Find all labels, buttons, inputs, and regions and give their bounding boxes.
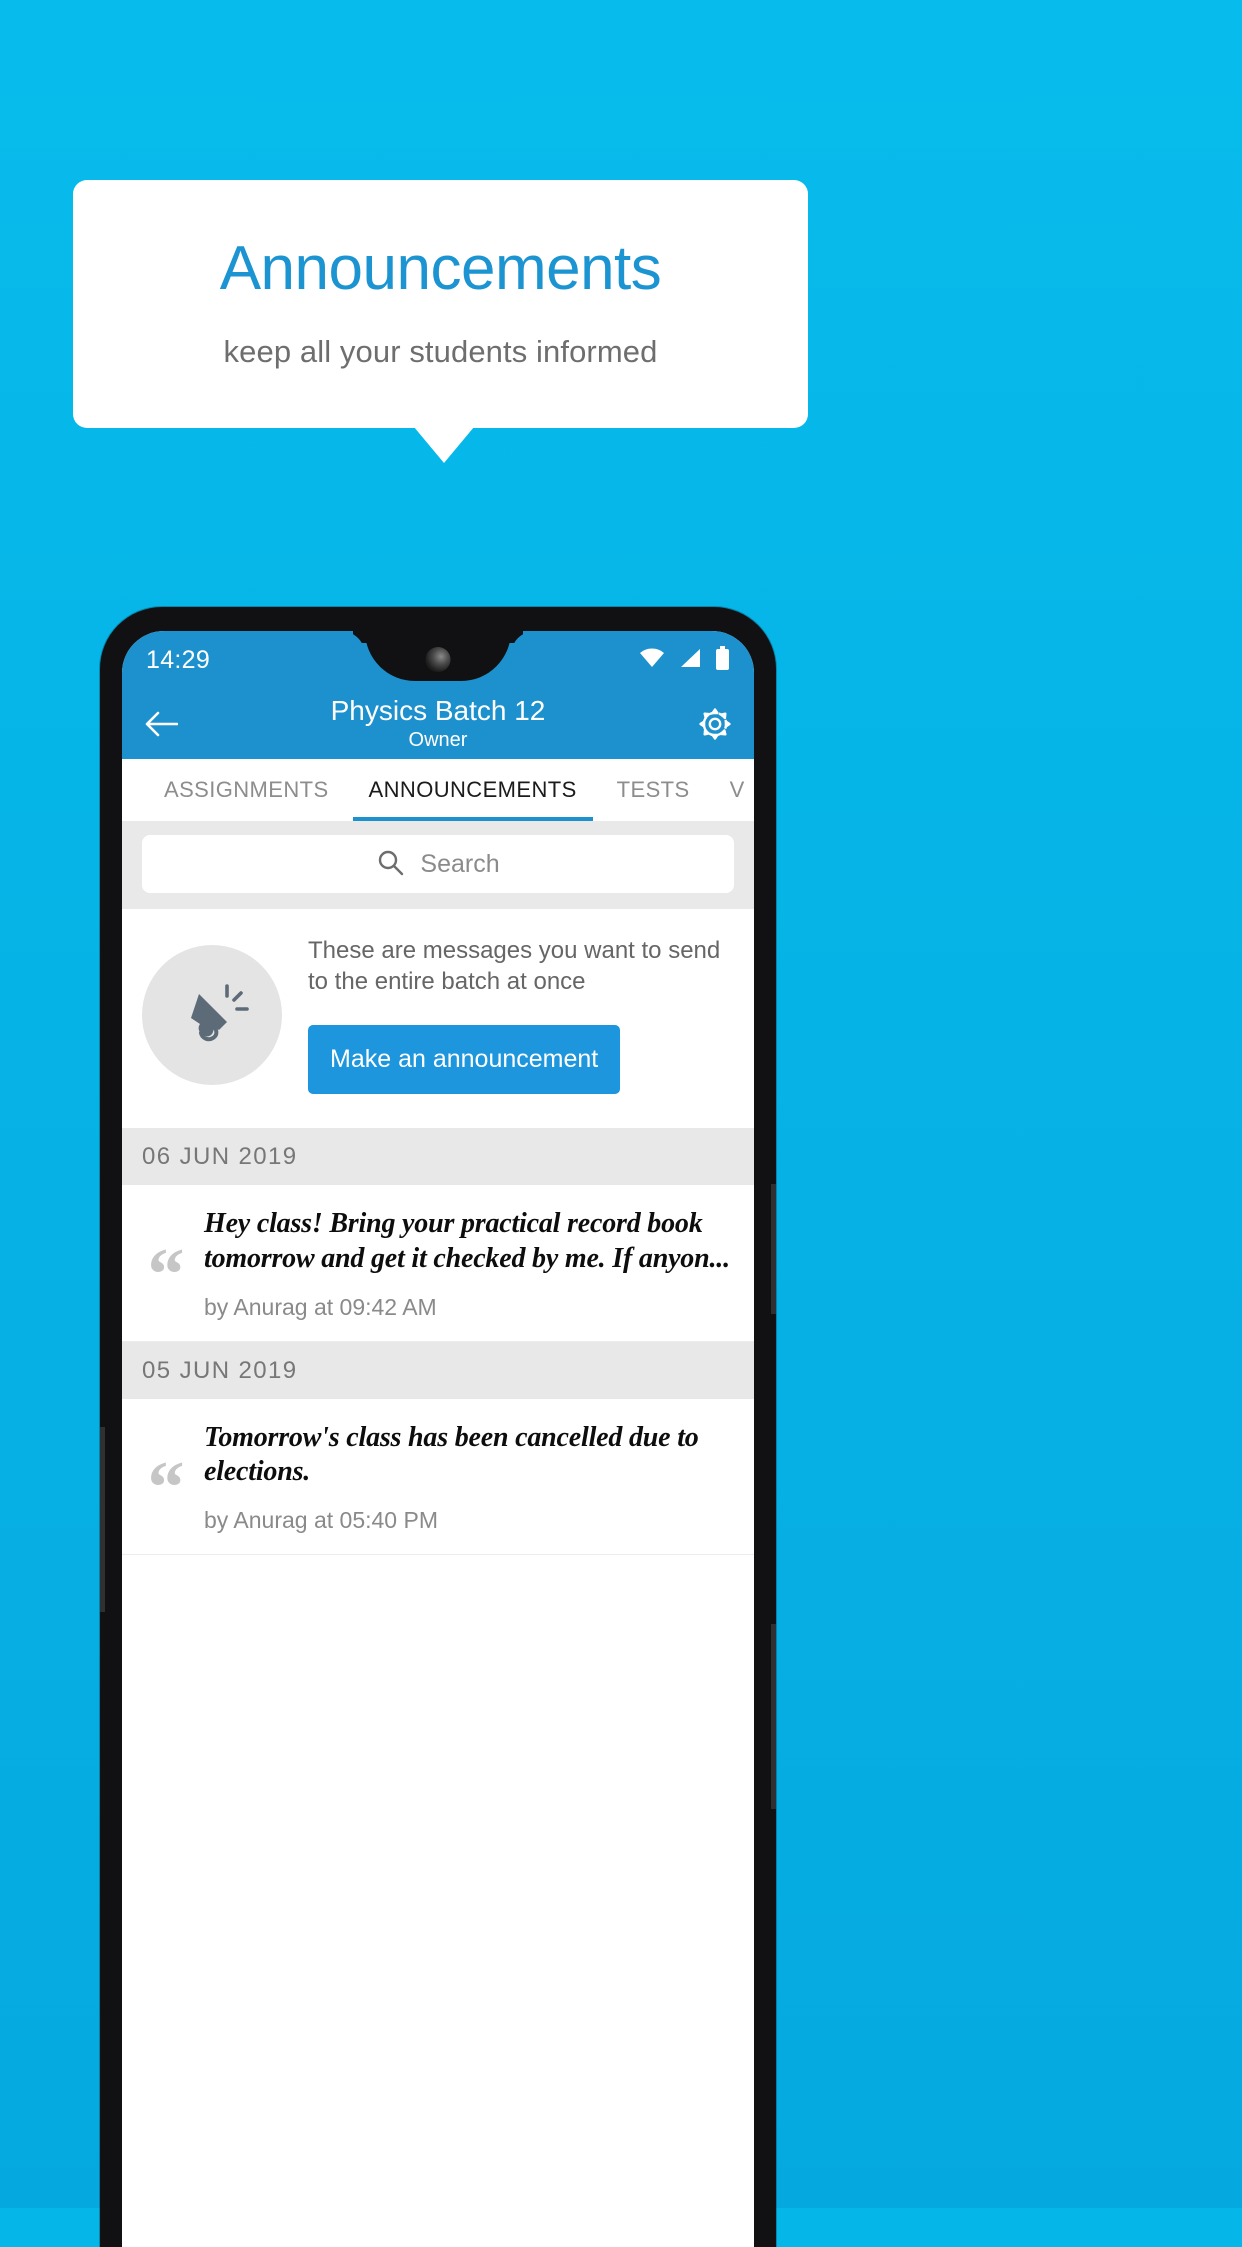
phone-volume-button[interactable]: [771, 1184, 776, 1314]
announcement-text: Tomorrow's class has been cancelled due …: [204, 1421, 699, 1487]
signal-icon: [679, 648, 701, 673]
phone-power-button[interactable]: [771, 1624, 776, 1809]
phone-side-button-left[interactable]: [100, 1427, 105, 1612]
announcement-cta-content: These are messages you want to send to t…: [308, 935, 734, 1095]
announcement-text: Hey class! Bring your practical record b…: [204, 1208, 730, 1274]
promo-card-tail: [414, 427, 474, 463]
announcement-item[interactable]: “ Tomorrow's class has been cancelled du…: [122, 1398, 754, 1555]
search-input[interactable]: Search: [142, 835, 734, 893]
date-header: 06 JUN 2019: [122, 1128, 754, 1186]
quote-icon: “: [147, 1234, 185, 1317]
search-placeholder: Search: [420, 849, 500, 878]
back-arrow-icon[interactable]: [142, 705, 180, 743]
phone-screen: 14:29 Physics Batch 12 Owner ASSIGNMENTS…: [122, 631, 754, 2247]
announcement-cta-card: These are messages you want to send to t…: [122, 909, 754, 1129]
status-time: 14:29: [146, 645, 211, 674]
phone-frame: 14:29 Physics Batch 12 Owner ASSIGNMENTS…: [100, 607, 776, 2247]
megaphone-icon: [142, 944, 282, 1085]
promo-subtitle: keep all your students informed: [223, 334, 658, 369]
date-header: 05 JUN 2019: [122, 1341, 754, 1399]
page-subtitle: Owner: [408, 729, 468, 752]
page-title: Physics Batch 12: [330, 694, 546, 726]
tab-bar[interactable]: ASSIGNMENTS ANNOUNCEMENTS TESTS V: [122, 759, 754, 821]
quote-icon: “: [147, 1447, 185, 1530]
wifi-icon: [639, 648, 665, 673]
tab-tests[interactable]: TESTS: [597, 759, 710, 821]
announcement-body: Tomorrow's class has been cancelled due …: [204, 1421, 736, 1534]
app-bar-titles: Physics Batch 12 Owner: [122, 689, 754, 759]
gear-icon[interactable]: [696, 705, 734, 743]
status-bar: 14:29: [122, 631, 754, 689]
announcement-cta-text: These are messages you want to send to t…: [308, 937, 721, 996]
promo-title: Announcements: [219, 234, 662, 303]
search-bar-container: Search: [122, 821, 754, 909]
tab-overflow[interactable]: V: [710, 759, 754, 821]
announcement-body: Hey class! Bring your practical record b…: [204, 1207, 736, 1320]
tab-assignments[interactable]: ASSIGNMENTS: [144, 759, 349, 821]
tab-announcements[interactable]: ANNOUNCEMENTS: [349, 759, 597, 821]
make-announcement-button[interactable]: Make an announcement: [308, 1025, 621, 1095]
announcement-meta: by Anurag at 09:42 AM: [204, 1293, 437, 1320]
promo-card: Announcements keep all your students inf…: [73, 180, 808, 428]
front-camera: [425, 647, 451, 672]
battery-icon: [715, 645, 730, 675]
status-icons: [639, 645, 730, 675]
search-icon: [376, 848, 404, 881]
camera-notch: [365, 631, 511, 681]
app-bar: Physics Batch 12 Owner: [122, 689, 754, 759]
announcement-meta: by Anurag at 05:40 PM: [204, 1507, 438, 1533]
announcement-item[interactable]: “ Hey class! Bring your practical record…: [122, 1185, 754, 1342]
